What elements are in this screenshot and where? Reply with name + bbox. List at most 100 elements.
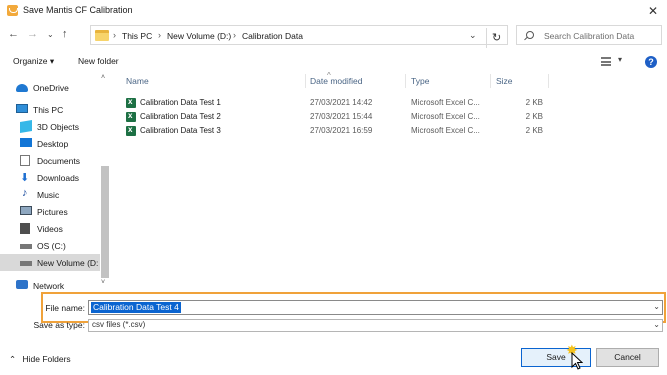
sidebar-item-label: Downloads	[37, 173, 80, 183]
scroll-down-button[interactable]: ˅	[101, 279, 105, 286]
refresh-button[interactable]: ↻	[486, 28, 508, 48]
chevron-down-icon[interactable]: ⌄	[653, 320, 660, 329]
table-row[interactable]: Calibration Data Test 3 27/03/2021 16:59…	[118, 124, 578, 138]
app-icon	[7, 5, 18, 16]
sidebar-item-documents[interactable]: Documents	[0, 152, 100, 169]
close-button[interactable]: ✕	[639, 0, 667, 22]
up-button[interactable]: ↑	[62, 28, 68, 40]
view-options-icon[interactable]	[601, 57, 611, 66]
file-date: 27/03/2021 16:59	[310, 126, 373, 135]
hide-folders-label: Hide Folders	[22, 354, 71, 364]
column-divider[interactable]	[490, 74, 491, 88]
file-name: Calibration Data Test 1	[140, 98, 221, 107]
file-type: Microsoft Excel C...	[411, 112, 480, 121]
title-bar: Save Mantis CF Calibration ✕	[0, 0, 667, 22]
breadcrumb-separator: ›	[233, 30, 236, 40]
sidebar-item-downloads[interactable]: ⬇ Downloads	[0, 169, 100, 186]
sidebar-item-3d-objects[interactable]: 3D Objects	[0, 118, 100, 135]
pictures-icon	[20, 206, 32, 215]
excel-file-icon	[126, 97, 136, 108]
column-header-name[interactable]: Name	[126, 76, 149, 86]
mouse-cursor-icon	[571, 352, 583, 370]
recent-locations-button[interactable]: ⌄	[47, 30, 54, 39]
column-header-size[interactable]: Size	[496, 76, 513, 86]
videos-icon	[20, 223, 30, 234]
search-placeholder: Search Calibration Data	[544, 31, 635, 41]
sidebar-item-new-volume-d[interactable]: New Volume (D:	[0, 254, 100, 271]
file-size: 2 KB	[525, 126, 543, 135]
scroll-up-button[interactable]: ˄	[101, 74, 105, 81]
sidebar-item-pictures[interactable]: Pictures	[0, 203, 100, 220]
view-dropdown-icon[interactable]: ▾	[618, 55, 622, 64]
documents-icon	[20, 155, 30, 166]
forward-button[interactable]: →	[27, 28, 38, 40]
sidebar-item-label: 3D Objects	[37, 122, 80, 132]
drive-icon	[20, 244, 32, 249]
window-title: Save Mantis CF Calibration	[23, 5, 133, 15]
sidebar-item-label: Music	[37, 190, 60, 200]
new-folder-button[interactable]: New folder	[78, 56, 119, 66]
music-icon: ♪	[22, 187, 28, 199]
save-type-label: Save as type:	[33, 320, 85, 330]
table-row[interactable]: Calibration Data Test 1 27/03/2021 14:42…	[118, 96, 578, 110]
column-divider[interactable]	[548, 74, 549, 88]
sidebar-item-music[interactable]: ♪ Music	[0, 186, 100, 203]
sidebar-item-network[interactable]: Network	[0, 277, 100, 290]
file-name-field[interactable]: Calibration Data Test 4 ⌄	[88, 300, 663, 315]
folder-icon	[95, 30, 109, 41]
file-name-label: File name:	[45, 303, 85, 313]
excel-file-icon	[126, 125, 136, 136]
file-date: 27/03/2021 14:42	[310, 98, 373, 107]
chevron-up-icon: ⌃	[9, 354, 17, 364]
column-divider[interactable]	[405, 74, 406, 88]
sidebar-item-label: Videos	[37, 224, 63, 234]
sidebar-item-desktop[interactable]: Desktop	[0, 135, 100, 152]
save-type-select[interactable]: csv files (*.csv) ⌄	[88, 319, 663, 332]
file-name-value: Calibration Data Test 4	[91, 302, 181, 313]
help-icon[interactable]: ?	[645, 56, 657, 68]
onedrive-icon	[16, 84, 28, 92]
column-divider[interactable]	[305, 74, 306, 88]
chevron-down-icon[interactable]: ⌄	[469, 30, 477, 41]
sidebar-item-videos[interactable]: Videos	[0, 220, 100, 237]
back-button[interactable]: ←	[8, 28, 19, 40]
sidebar-item-onedrive[interactable]: OneDrive	[0, 79, 100, 96]
sidebar-item-label: Pictures	[37, 207, 68, 217]
table-row[interactable]: Calibration Data Test 2 27/03/2021 15:44…	[118, 110, 578, 124]
network-icon	[16, 280, 28, 289]
sidebar-item-label: OneDrive	[33, 83, 69, 93]
column-header-date-modified[interactable]: Date modified	[310, 76, 362, 86]
address-row: ← → ⌄ ↑ › This PC › New Volume (D:) › Ca…	[0, 23, 667, 48]
sidebar-item-label: Network	[33, 281, 65, 290]
sidebar-item-os-c[interactable]: OS (C:)	[0, 237, 100, 254]
file-size: 2 KB	[525, 112, 543, 121]
sidebar-item-label: New Volume (D:	[37, 258, 99, 268]
breadcrumb-new-volume[interactable]: New Volume (D:)	[167, 31, 231, 41]
sidebar-item-label: Desktop	[37, 139, 69, 149]
file-name: Calibration Data Test 3	[140, 126, 221, 135]
breadcrumb-calibration-data[interactable]: Calibration Data	[242, 31, 303, 41]
file-date: 27/03/2021 15:44	[310, 112, 373, 121]
breadcrumb-this-pc[interactable]: This PC	[122, 31, 152, 41]
downloads-icon: ⬇	[20, 172, 30, 184]
address-bar[interactable]: › This PC › New Volume (D:) › Calibratio…	[90, 25, 508, 48]
search-input[interactable]: Search Calibration Data	[516, 25, 662, 45]
file-list: ^ Name Date modified Type Size Calibrati…	[118, 71, 667, 290]
search-icon	[526, 31, 534, 39]
scrollbar-thumb[interactable]	[101, 166, 109, 278]
command-bar: Organize ▾ New folder ▾ ?	[0, 52, 667, 72]
file-type: Microsoft Excel C...	[411, 126, 480, 135]
cancel-button[interactable]: Cancel	[596, 348, 659, 367]
organize-button[interactable]: Organize ▾	[13, 56, 54, 67]
drive-icon	[20, 261, 32, 266]
3d-objects-icon	[20, 119, 32, 134]
sidebar-item-label: Documents	[37, 156, 80, 166]
file-type: Microsoft Excel C...	[411, 98, 480, 107]
column-header-type[interactable]: Type	[411, 76, 429, 86]
hide-folders-button[interactable]: ⌃ Hide Folders	[9, 354, 71, 365]
save-type-value: csv files (*.csv)	[92, 320, 146, 329]
sidebar-item-this-pc[interactable]: This PC	[0, 101, 100, 118]
chevron-down-icon[interactable]: ⌄	[653, 302, 660, 311]
breadcrumb-separator: ›	[158, 30, 161, 40]
file-name: Calibration Data Test 2	[140, 112, 221, 121]
